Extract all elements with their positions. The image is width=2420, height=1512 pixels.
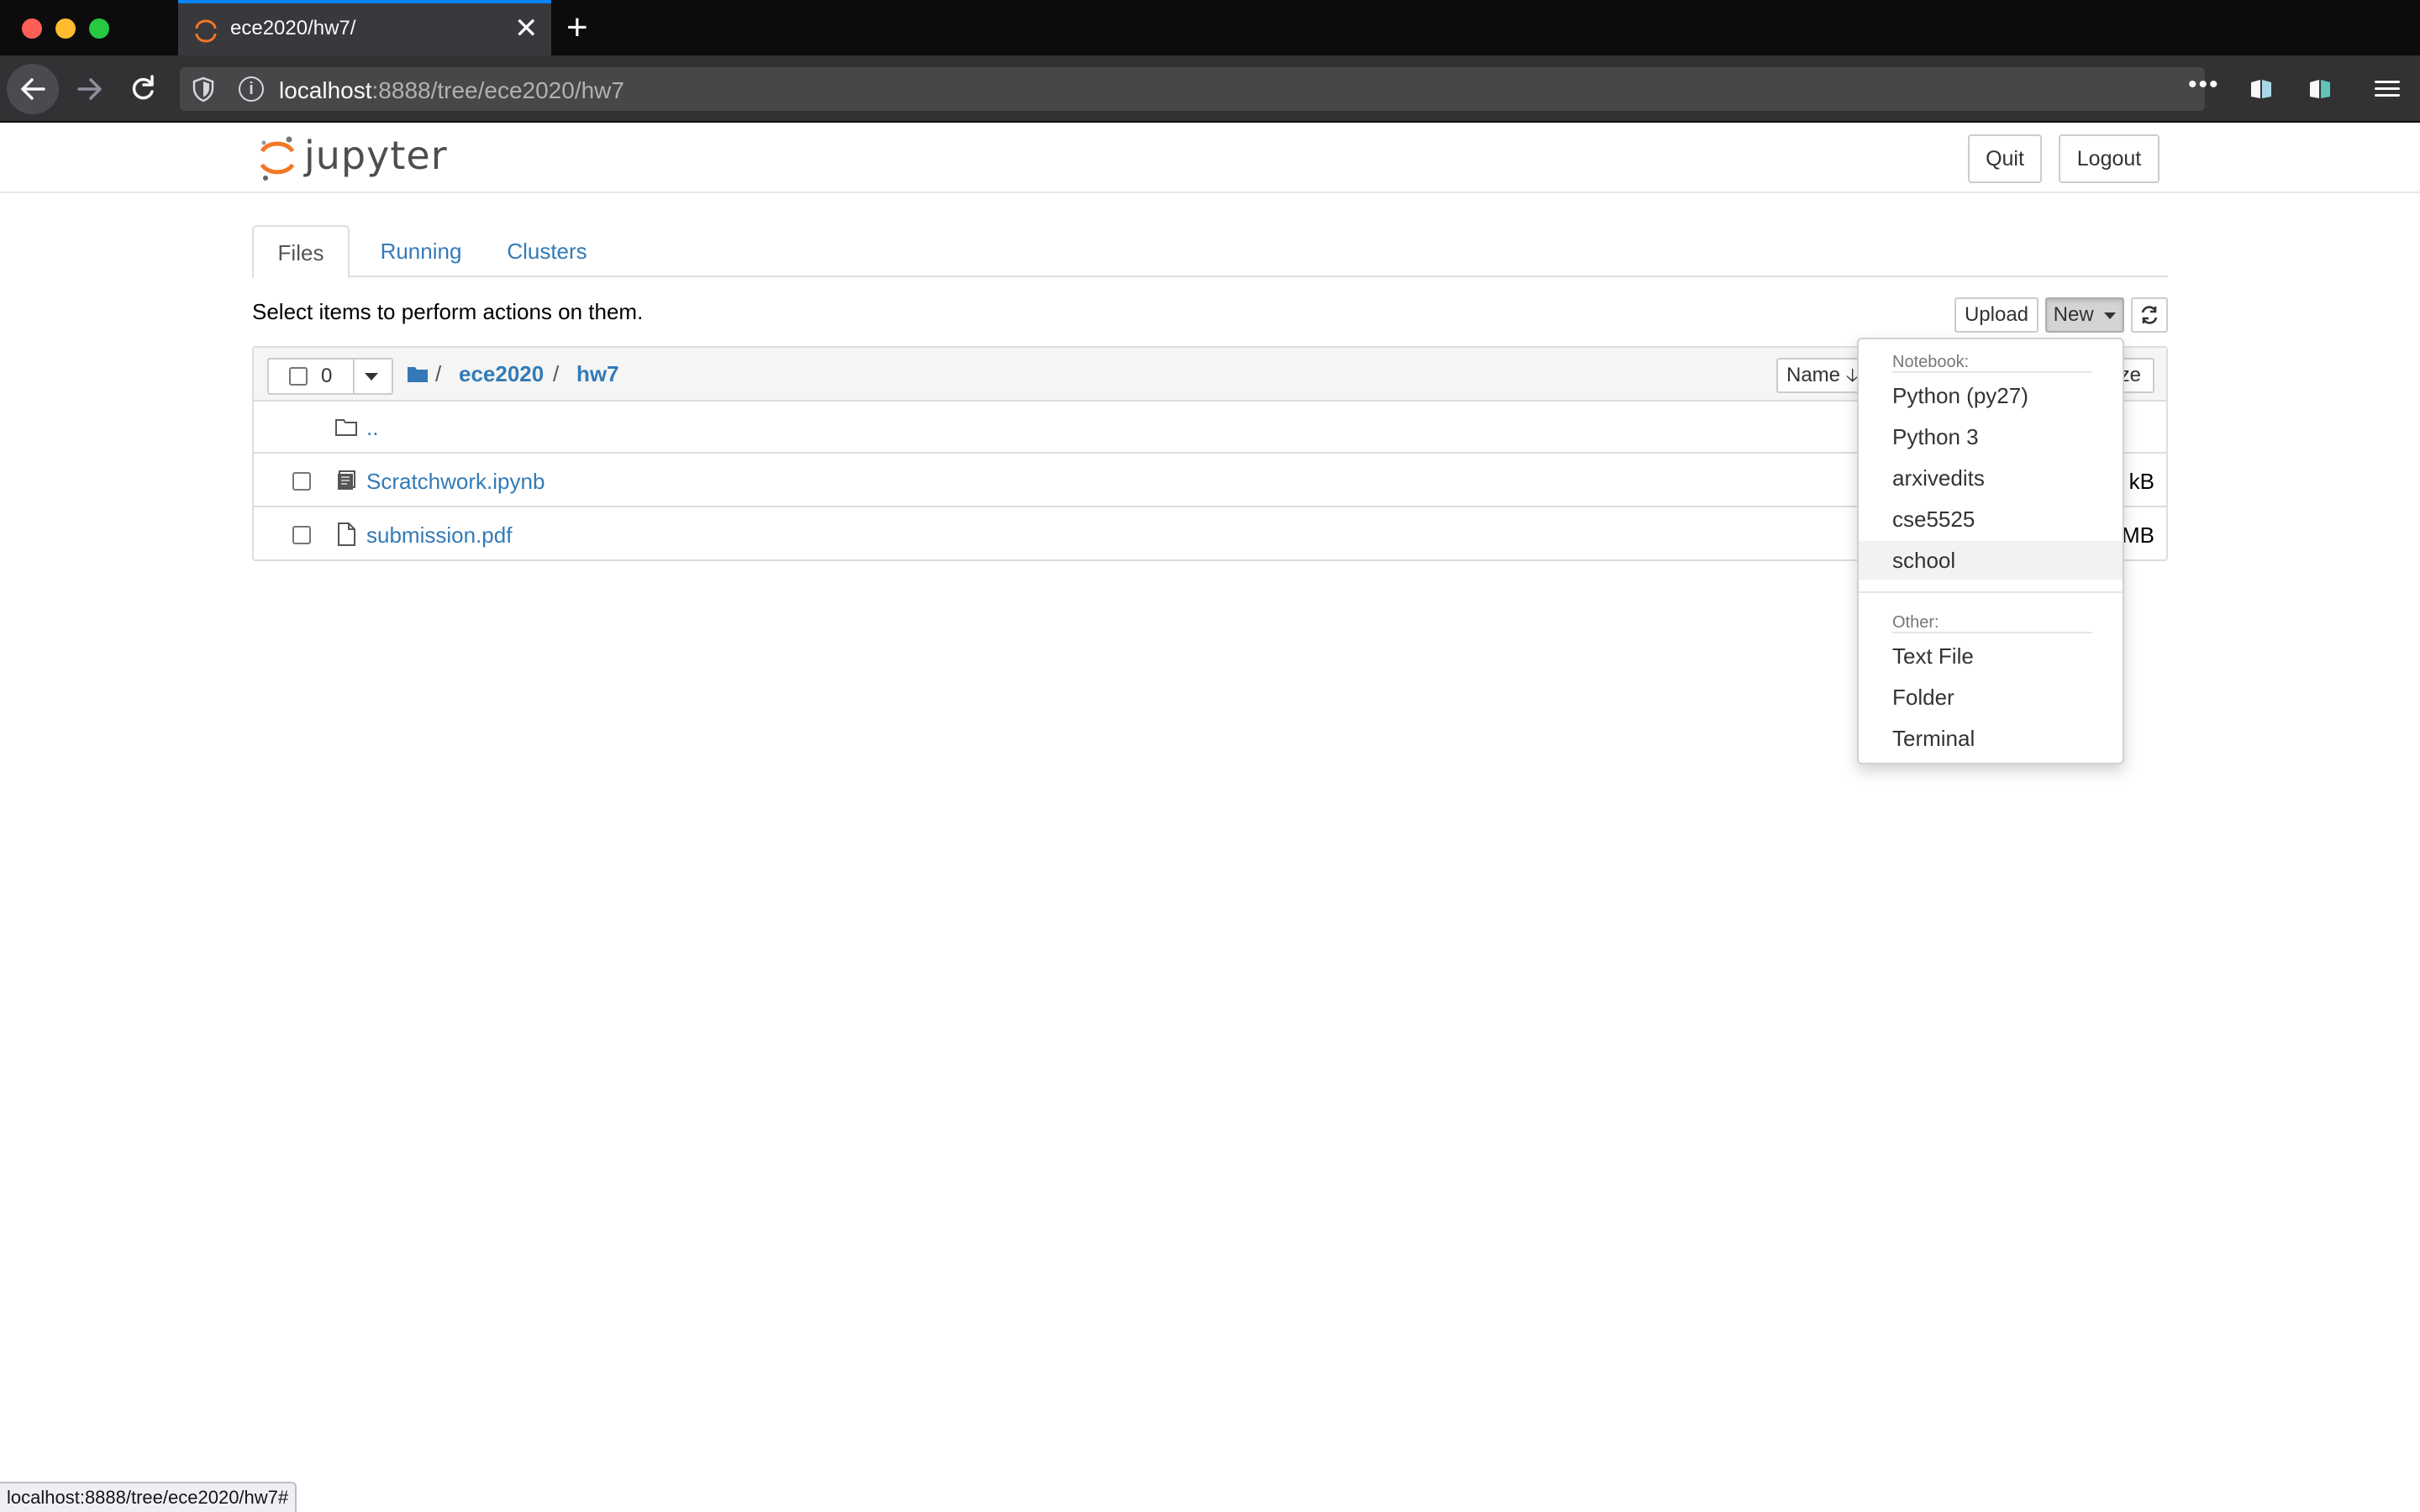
breadcrumb-hw7[interactable]: hw7: [576, 361, 619, 387]
other-section-header: Other:: [1892, 613, 1939, 632]
row-checkbox[interactable]: [292, 526, 311, 544]
browser-tab-title: ece2020/hw7/: [230, 17, 356, 39]
browser-toolbar: i localhost:8888/tree/ece2020/hw7 •••: [0, 55, 2420, 123]
back-button[interactable]: [7, 64, 59, 114]
notebook-icon: [338, 470, 355, 490]
window-maximize-button[interactable]: [89, 18, 109, 39]
logout-button[interactable]: Logout: [2059, 134, 2160, 183]
tab-close-icon[interactable]: ✕: [514, 12, 539, 45]
caret-down-icon: [2104, 312, 2117, 319]
menu-item-folder[interactable]: Folder: [1859, 678, 2123, 717]
new-dropdown-button[interactable]: New: [2045, 297, 2124, 333]
link-status-bar: localhost:8888/tree/ece2020/hw7#: [0, 1482, 297, 1512]
pocket-icon[interactable]: [2249, 77, 2274, 101]
menu-item-python-py27[interactable]: Python (py27): [1859, 376, 2123, 415]
tab-clusters[interactable]: Clusters: [491, 225, 603, 277]
selected-count: 0: [321, 365, 333, 387]
tab-running[interactable]: Running: [368, 225, 474, 277]
jupyter-favicon-icon: [195, 19, 217, 43]
folder-outline-icon: [335, 419, 357, 436]
new-tab-button[interactable]: +: [566, 7, 588, 49]
jupyter-logo-icon[interactable]: [257, 133, 297, 183]
jupyter-header: jupyter Quit Logout: [0, 124, 2420, 193]
reload-icon: [132, 75, 154, 100]
select-all-checkbox[interactable]: [289, 367, 308, 386]
folder-icon[interactable]: [407, 365, 429, 383]
parent-directory-link[interactable]: ..: [366, 415, 378, 441]
menu-item-python-3[interactable]: Python 3: [1859, 417, 2123, 456]
url-text[interactable]: localhost:8888/tree/ece2020/hw7: [279, 77, 624, 104]
page-actions-more-icon[interactable]: •••: [2188, 71, 2220, 99]
breadcrumb-ece2020[interactable]: ece2020: [459, 361, 544, 387]
menu-item-cse5525[interactable]: cse5525: [1859, 500, 2123, 538]
forward-button[interactable]: [66, 64, 113, 114]
info-icon[interactable]: i: [239, 76, 264, 102]
quit-button[interactable]: Quit: [1968, 134, 2042, 183]
upload-button[interactable]: Upload: [1954, 297, 2039, 333]
menu-item-arxivedits[interactable]: arxivedits: [1859, 459, 2123, 497]
back-arrow-icon: [21, 78, 45, 100]
menu-item-text-file[interactable]: Text File: [1859, 637, 2123, 675]
breadcrumb-separator: /: [553, 361, 560, 386]
refresh-button[interactable]: [2131, 297, 2168, 333]
window-close-button[interactable]: [22, 18, 42, 39]
notebook-section-header: Notebook:: [1892, 353, 1970, 371]
file-link[interactable]: submission.pdf: [366, 522, 512, 549]
breadcrumb-separator: /: [435, 361, 442, 386]
address-bar[interactable]: i localhost:8888/tree/ece2020/hw7 •••: [180, 67, 2218, 111]
file-icon: [338, 522, 355, 546]
new-dropdown-menu: Notebook: Python (py27) Python 3 arxived…: [1857, 338, 2124, 764]
jupyter-wordmark[interactable]: jupyter: [304, 133, 448, 178]
reload-button[interactable]: [119, 64, 166, 114]
caret-down-icon[interactable]: [365, 373, 378, 381]
new-button-label: New: [2053, 303, 2094, 326]
dashboard-tabs: Files Running Clusters: [252, 225, 2168, 279]
selection-hint: Select items to perform actions on them.: [252, 299, 644, 324]
file-link[interactable]: Scratchwork.ipynb: [366, 469, 544, 495]
select-all-dropdown[interactable]: 0: [267, 358, 393, 395]
extension-icon[interactable]: [2307, 77, 2333, 101]
row-checkbox[interactable]: [292, 472, 311, 491]
hamburger-menu-icon[interactable]: [2375, 76, 2400, 101]
browser-tab-active[interactable]: ece2020/hw7/ ✕: [178, 0, 551, 55]
shield-icon[interactable]: [192, 76, 215, 102]
window-minimize-button[interactable]: [55, 18, 76, 39]
tab-files[interactable]: Files: [252, 225, 350, 279]
menu-item-school[interactable]: school: [1859, 541, 2123, 580]
menu-item-terminal[interactable]: Terminal: [1859, 719, 2123, 758]
browser-title-bar: ece2020/hw7/ ✕ +: [0, 0, 2420, 55]
forward-arrow-icon: [77, 78, 102, 100]
refresh-icon: [2141, 306, 2158, 324]
